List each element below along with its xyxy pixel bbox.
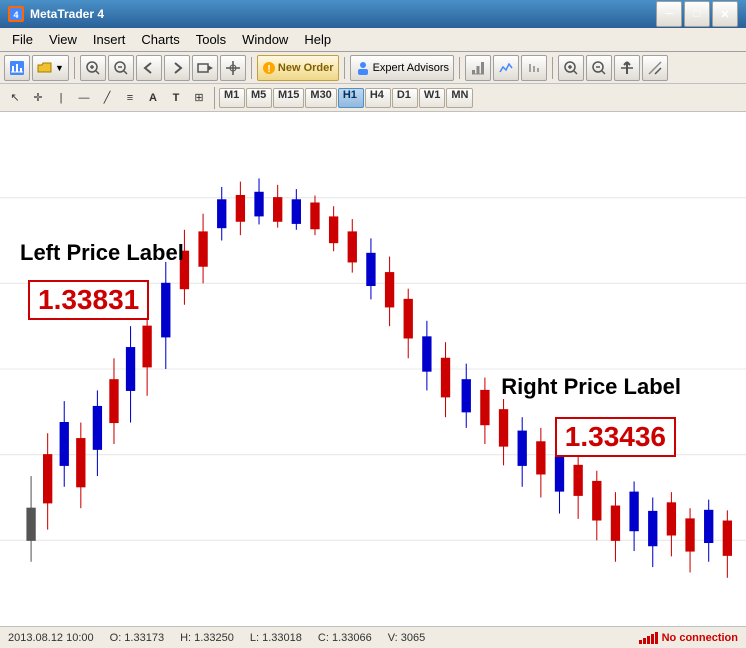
status-close: C: 1.33066 [318,632,372,644]
tf-m1[interactable]: M1 [219,88,245,108]
separator3 [344,57,345,79]
horizontal-line-tool[interactable]: — [73,87,95,109]
app-icon: 4 [8,6,24,22]
chart-area[interactable]: Left Price Label 1.33831 Right Price Lab… [0,112,746,626]
scroll-left-button[interactable] [136,55,162,81]
status-high: H: 1.33250 [180,632,234,644]
tf-m15[interactable]: M15 [273,88,304,108]
expert-advisors-label: Expert Advisors [373,62,449,74]
fibonacci-tool[interactable]: ⊞ [188,87,210,109]
svg-text:4: 4 [13,10,18,20]
menu-tools[interactable]: Tools [188,30,234,49]
left-price-box: 1.33831 [28,280,149,320]
maximize-button[interactable]: □ [684,1,710,27]
status-datetime: 2013.08.12 10:00 [8,632,94,644]
tf-mn[interactable]: MN [446,88,473,108]
toolbar1: ▼ ! New Order Expert Advisors [0,52,746,84]
status-bar: 2013.08.12 10:00 O: 1.33173 H: 1.33250 L… [0,626,746,648]
tf-m5[interactable]: M5 [246,88,272,108]
tf-w1[interactable]: W1 [419,88,446,108]
expert-advisors-button[interactable]: Expert Advisors [350,55,454,81]
auto-scroll-button[interactable] [192,55,218,81]
status-open: O: 1.33173 [110,632,164,644]
indicators-button[interactable] [642,55,668,81]
new-chart-icon [9,60,25,76]
history-center-button[interactable] [465,55,491,81]
right-price-label-text: Right Price Label [501,374,681,400]
tf-separator [214,87,215,109]
signal-bars [639,632,658,644]
ticks-button[interactable] [493,55,519,81]
minimize-button[interactable]: ─ [656,1,682,27]
text-tool[interactable]: A [142,87,164,109]
tf-m30[interactable]: M30 [305,88,336,108]
title-bar-left: 4 MetaTrader 4 [8,6,104,22]
menu-view[interactable]: View [41,30,85,49]
eq-channel-tool[interactable]: ≡ [119,87,141,109]
crosshair-tool[interactable]: ✛ [27,87,49,109]
open-icon [37,60,53,76]
menu-file[interactable]: File [4,30,41,49]
left-price-label-text: Left Price Label [20,240,184,266]
menu-window[interactable]: Window [234,30,296,49]
separator2 [251,57,252,79]
toolbar2: ↖ ✛ | — ╱ ≡ A T ⊞ M1 M5 M15 M30 H1 H4 D1… [0,84,746,112]
label-tool[interactable]: T [165,87,187,109]
cursor-tool[interactable]: ↖ [4,87,26,109]
tf-d1[interactable]: D1 [392,88,418,108]
zoom-in-button[interactable] [80,55,106,81]
tf-h4[interactable]: H4 [365,88,391,108]
line-chart-button[interactable] [521,55,547,81]
connection-area: No connection [639,632,738,644]
title-bar-controls: ─ □ ✕ [656,1,738,27]
crosshair-button[interactable] [220,55,246,81]
zoom-minus-button[interactable] [586,55,612,81]
right-price-value: 1.33436 [565,421,666,452]
new-order-button[interactable]: ! New Order [257,55,339,81]
right-price-box: 1.33436 [555,417,676,457]
app-title: MetaTrader 4 [30,7,104,21]
connection-status: No connection [662,632,738,644]
new-chart-button[interactable] [4,55,30,81]
close-button[interactable]: ✕ [712,1,738,27]
svg-text:!: ! [267,64,270,75]
vertical-line-tool[interactable]: | [50,87,72,109]
status-volume: V: 3065 [388,632,426,644]
zoom-plus-button[interactable] [558,55,584,81]
status-low: L: 1.33018 [250,632,302,644]
menu-bar: File View Insert Charts Tools Window Hel… [0,28,746,52]
separate-window-button[interactable] [614,55,640,81]
menu-charts[interactable]: Charts [133,30,187,49]
new-order-label: New Order [278,62,334,74]
separator5 [552,57,553,79]
menu-help[interactable]: Help [296,30,339,49]
left-price-value: 1.33831 [38,284,139,315]
zoom-out-button[interactable] [108,55,134,81]
candlestick-chart [0,112,746,626]
title-bar: 4 MetaTrader 4 ─ □ ✕ [0,0,746,28]
open-button[interactable]: ▼ [32,55,69,81]
menu-insert[interactable]: Insert [85,30,134,49]
trend-line-tool[interactable]: ╱ [96,87,118,109]
scroll-right-button[interactable] [164,55,190,81]
app-window: 4 MetaTrader 4 ─ □ ✕ File View Insert Ch… [0,0,746,648]
separator1 [74,57,75,79]
separator4 [459,57,460,79]
tf-h1[interactable]: H1 [338,88,364,108]
